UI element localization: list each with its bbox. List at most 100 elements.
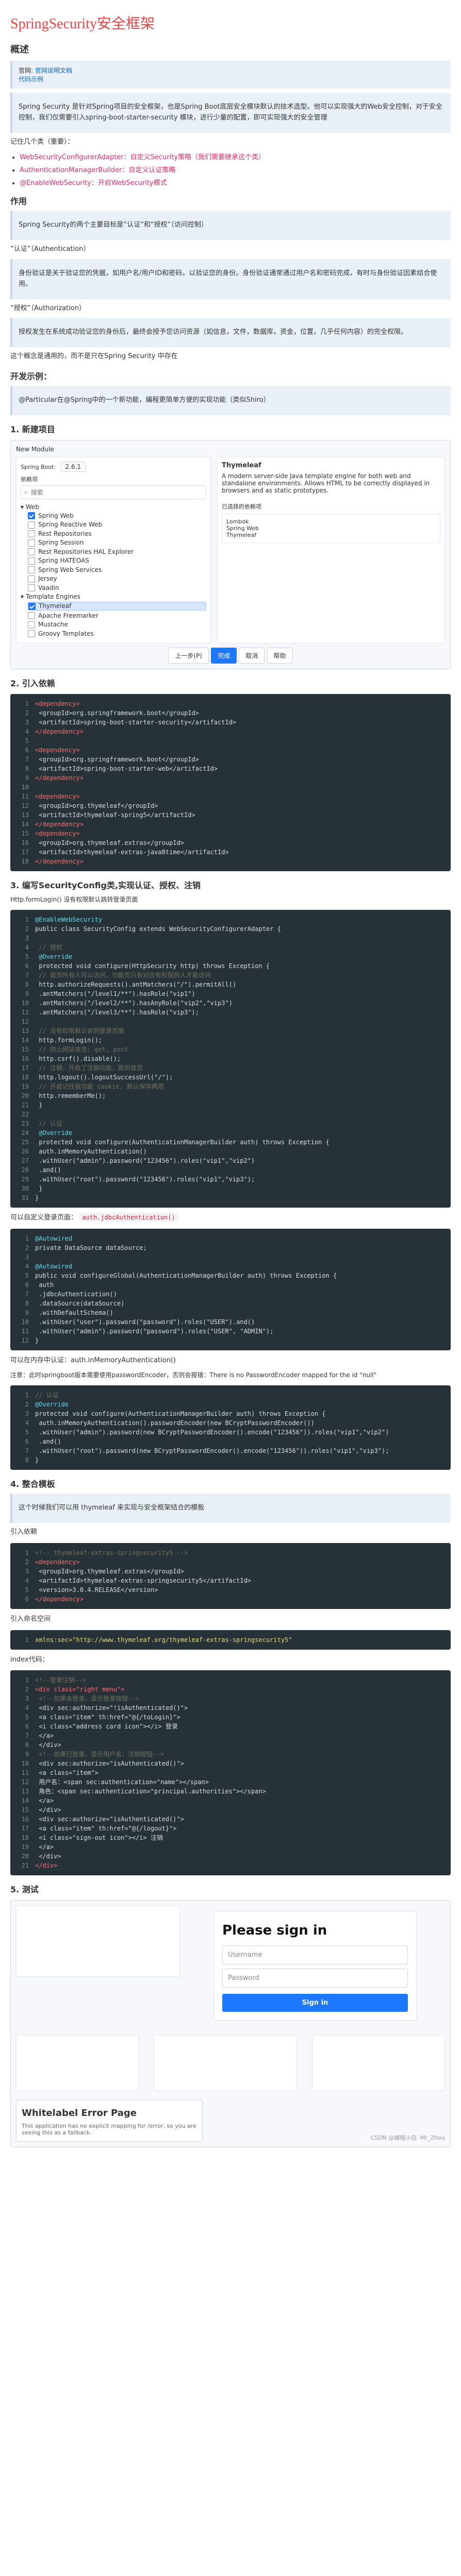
code-line: 6 </dependency> (25, 1595, 84, 1603)
inmemory-title: 可以在内存中认证：auth.inMemoryAuthentication() (10, 1357, 176, 1365)
code-line: 3 <artifactId>spring-boot-starter-securi… (25, 719, 237, 726)
tree-group-template-engines[interactable]: ▾ Template Engines (21, 593, 206, 600)
code-line: 6 <i class="address card icon"></i> 登录 (25, 1723, 178, 1731)
selected-dependency: Lombok (226, 518, 249, 525)
code-line: 3 <!--如果未登录，显示登录按钮--> (25, 1695, 139, 1703)
integration-heading: 4. 整合模板 (10, 1479, 55, 1489)
authentication-title: “认证”（Authentication） (10, 245, 90, 253)
code-line: 17 <a class="item" th:href="@{/logout}"> (21, 1825, 177, 1833)
code-line: 15 // 防止网站攻击: get, post (21, 1046, 128, 1054)
code-line: 7 <groupId>org.springframework.boot</gro… (25, 756, 199, 764)
dependency-step-heading: 2. 引入依赖 (10, 679, 55, 689)
overview-paragraph-card: Spring Security 是针对Spring项目的安全框架，也是Sprin… (10, 93, 451, 133)
tree-group-web[interactable]: ▾ Web (21, 503, 206, 511)
selected-dependencies-title: 已选择的依赖项 (222, 503, 261, 510)
tree-item[interactable]: Mustache (28, 621, 206, 629)
code-line: 1 @EnableWebSecurity (25, 916, 103, 924)
tree-item[interactable]: Spring Web Services (28, 566, 206, 574)
http-formlogin-note: Http.formLogin() 没有权限默认跳转登录页面 (10, 896, 138, 904)
code-line: 1 @Autowired (25, 1235, 73, 1243)
prev-button[interactable]: 上一步(P) (168, 648, 209, 664)
test-heading: 5. 测试 (10, 1885, 39, 1895)
tree-item[interactable]: Apache Freemarker (28, 612, 206, 620)
code-line: 6 auth (25, 1281, 54, 1289)
code-line: 25 protected void configure(Authenticati… (21, 1139, 330, 1146)
code-line: 4 <artifactId>thymeleaf-extras-springsec… (25, 1577, 252, 1584)
code-line: 9 .antMatchers("/level1/**").hasRole("vi… (25, 990, 195, 998)
official-doc-link[interactable]: 官网说明文档 (35, 67, 72, 74)
test-screenshots: Please sign in Username Password Sign in… (10, 1900, 451, 2148)
tree-item[interactable]: Rest Repositories (28, 530, 206, 538)
integration-note: 这个时候我们可以用 thymeleaf 来实现与安全框架结合的模板 (19, 1504, 205, 1512)
tree-item[interactable]: Spring HATEOAS (28, 557, 206, 565)
code-line: 12} (21, 1337, 39, 1345)
wizard-title: New Module (16, 445, 54, 453)
small-window-2 (154, 2035, 297, 2091)
inmemory-note: 注意：此时springboot版本需要使用passwordEncoder，否则会… (10, 1371, 377, 1379)
code-line: 6 <dependency> (25, 747, 80, 754)
selected-dependency: Thymeleaf (226, 531, 257, 538)
dependency-search-input[interactable]: ⌕ 搜索 (21, 485, 206, 499)
tree-item[interactable]: Rest Repositories HAL Explorer (28, 548, 206, 556)
encoder-code-block: 1// 认证 2 @Override 3 protected void config… (10, 1385, 451, 1470)
tree-item[interactable]: Groovy Templates (28, 630, 206, 638)
code-line: 15 <dependency> (21, 830, 80, 838)
code-line: 26 auth.inMemoryAuthentication() (21, 1148, 147, 1156)
tree-item-spring-web[interactable]: Spring Web (28, 512, 206, 520)
code-line: 22 (21, 1111, 29, 1118)
namespace-code: 1 xmlns:sec="http://www.thymeleaf.org/thy… (10, 1630, 451, 1650)
tree-item[interactable]: Vaadin (28, 584, 206, 592)
important-class-item: WebSecurityConfigurerAdapter：自定义Security… (20, 151, 451, 161)
index-code-block: 1 <!--登录注销--> 2 <div class="right menu"> 3… (10, 1670, 451, 1876)
code-line: 1 xmlns:sec="http://www.thymeleaf.org/thy… (25, 1636, 292, 1643)
tree-item[interactable]: Jersey (28, 575, 206, 583)
code-line: 5 @Override (25, 953, 73, 961)
project-step-heading: 1. 新建项目 (10, 424, 55, 434)
code-example-link[interactable]: 代码示例 (19, 76, 43, 83)
code-line: 9 <!--如果已登录，显示用户名，注销按钮--> (25, 1751, 164, 1758)
authentication-paragraph: 身份验证是关于验证您的凭据，如用户名/用户ID和密码，以验证您的身份。身份验证通… (19, 269, 437, 288)
code-line: 21 </div> (21, 1862, 58, 1870)
tree-item[interactable]: Spring Session (28, 539, 206, 547)
spring-boot-version-select[interactable]: 2.6.1 (60, 461, 86, 472)
code-line: 8 <artifactId>spring-boot-starter-web</a… (25, 765, 218, 773)
code-line: 18 </dependency> (21, 858, 84, 866)
password-input[interactable]: Password (222, 1969, 408, 1988)
code-line: 17 // 注销，开启了注销功能，跳到首页 (21, 1064, 143, 1072)
namespace-label: 引入命名空间 (10, 1615, 51, 1623)
code-line: 20 </div> (21, 1853, 61, 1860)
overview-card: 官网: 官网说明文档 代码示例 (10, 61, 451, 89)
project-wizard-screenshot: New Module Spring Boot: 2.6.1 依赖项 ⌕ 搜索 ▾… (10, 439, 451, 670)
code-line: 5 (25, 737, 29, 745)
code-line: 11 <dependency> (21, 793, 80, 801)
cancel-button[interactable]: 取消 (239, 648, 265, 664)
selected-dependencies-box: Lombok Spring Web Thymeleaf (222, 513, 440, 543)
tree-item-thymeleaf[interactable]: Thymeleaf (28, 602, 206, 611)
help-button[interactable]: 帮助 (267, 648, 293, 664)
authorization-paragraph: 授权发生在系统成功验证您的身份后，最终会授予您访问资源（如信息，文件，数据库，资… (19, 328, 408, 336)
error-title: Whitelabel Error Page (22, 2108, 137, 2119)
code-line: 3 protected void configure(Authentication… (25, 1410, 326, 1418)
authorization-title: “授权”（Authorization） (10, 304, 86, 312)
finish-button[interactable]: 完成 (211, 648, 237, 664)
code-line: 4 // 授权 (25, 944, 62, 952)
login-screenshot: Please sign in Username Password Sign in (213, 1911, 417, 2021)
page-title: SpringSecurity安全框架 (10, 16, 155, 32)
tree-item[interactable]: Spring Reactive Web (28, 521, 206, 529)
small-window-1 (16, 2035, 139, 2091)
code-line: 20 http.rememberMe(); (21, 1092, 106, 1100)
code-line: 8 </div> (25, 1741, 61, 1749)
code-line: 4 <div sec:authorize="!isAuthenticated()… (25, 1704, 188, 1712)
username-input[interactable]: Username (222, 1945, 408, 1965)
dependency-detail-title: Thymeleaf (222, 461, 261, 469)
authorization-card: 授权发生在系统成功验证您的身份后，最终会授予您访问资源（如信息，文件，数据库，资… (10, 318, 451, 348)
search-icon: ⌕ (24, 488, 28, 496)
code-line: 27 .withUser("admin").password("123456")… (21, 1157, 255, 1165)
spring-boot-label: Spring Boot: (21, 463, 56, 470)
code-line: 9 .withDefaultSchema() (25, 1309, 113, 1317)
code-line: 29 .withUser("root").password("123456").… (21, 1176, 255, 1183)
jdbc-auth-inline: auth.jdbcAuthentication() (79, 1213, 178, 1222)
error-note: This application has no explicit mapping… (22, 2123, 196, 2137)
thymeleaf-deps-code: 1 <!-- thymeleaf-extras-springsecurity5 -… (10, 1543, 451, 1609)
sign-in-button[interactable]: Sign in (222, 1994, 408, 2012)
